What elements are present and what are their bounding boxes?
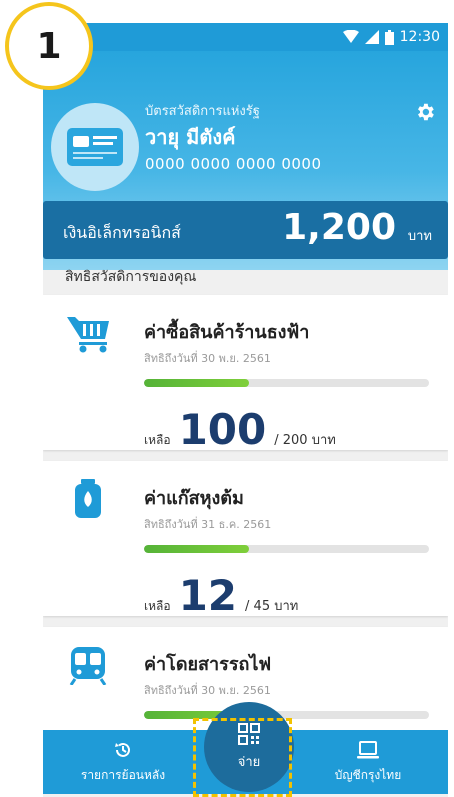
card-holder-name: วายุ มีตังค์ bbox=[145, 125, 236, 149]
benefit-progress-fill bbox=[144, 379, 250, 387]
gear-icon[interactable] bbox=[414, 101, 436, 123]
card-avatar bbox=[51, 103, 139, 191]
remain-label: เหลือ bbox=[144, 599, 171, 613]
benefit-progress-fill bbox=[144, 545, 250, 553]
train-icon bbox=[69, 647, 107, 685]
benefit-title: ค่าโดยสารรถไฟ bbox=[144, 654, 272, 675]
benefit-expiry: สิทธิถึงวันที่ 30 พ.ย. 2561 bbox=[144, 352, 271, 365]
card-header: บัตรสวัสดิการแห่งรัฐ วายุ มีตังค์ 0000 0… bbox=[43, 51, 448, 270]
status-bar: 12:30 bbox=[43, 23, 448, 51]
shopping-cart-icon bbox=[67, 317, 109, 353]
nav-ktb-account[interactable]: บัญชีกรุงไทย bbox=[288, 730, 448, 794]
remain-value: 100 bbox=[178, 405, 267, 454]
battery-icon bbox=[384, 29, 394, 45]
app-screen: 12:30 บัตรสวัสดิการแห่งรัฐ วายุ มีตังค์ … bbox=[43, 23, 448, 797]
section-title: สิทธิสวัสดิการของคุณ bbox=[65, 269, 197, 285]
benefit-card-gas[interactable]: ค่าแก๊สหุงต้ม สิทธิถึงวันที่ 31 ธ.ค. 256… bbox=[43, 461, 448, 617]
balance-label: เงินอิเล็กทรอนิกส์ bbox=[63, 223, 181, 242]
benefit-progress bbox=[144, 379, 429, 387]
benefit-expiry: สิทธิถึงวันที่ 31 ธ.ค. 2561 bbox=[144, 518, 272, 531]
remain-value: 12 bbox=[178, 571, 238, 620]
id-card-icon bbox=[67, 128, 123, 166]
remain-total: / 45 บาท bbox=[245, 599, 299, 614]
remain-label: เหลือ bbox=[144, 433, 171, 447]
benefit-card-grocery[interactable]: ค่าซื้อสินค้าร้านธงฟ้า สิทธิถึงวันที่ 30… bbox=[43, 295, 448, 451]
pay-highlight-box bbox=[193, 718, 292, 797]
balance-amount: 1,200 bbox=[282, 207, 396, 248]
nav-history-label: รายการย้อนหลัง bbox=[80, 767, 166, 782]
balance-unit: บาท bbox=[407, 229, 432, 244]
card-type-label: บัตรสวัสดิการแห่งรัฐ bbox=[145, 104, 260, 119]
nav-history[interactable]: รายการย้อนหลัง bbox=[43, 730, 203, 794]
card-number: 0000 0000 0000 0000 bbox=[145, 155, 322, 173]
status-time: 12:30 bbox=[399, 29, 440, 45]
benefit-remaining: เหลือ 12 / 45 บาท bbox=[144, 575, 298, 617]
benefit-progress bbox=[144, 545, 429, 553]
laptop-icon bbox=[357, 740, 379, 758]
gas-cylinder-icon bbox=[75, 479, 101, 518]
e-money-balance: เงินอิเล็กทรอนิกส์ 1,200 บาท bbox=[43, 201, 448, 259]
benefit-title: ค่าแก๊สหุงต้ม bbox=[144, 488, 244, 509]
benefit-remaining: เหลือ 100 / 200 บาท bbox=[144, 409, 336, 451]
history-icon bbox=[115, 742, 130, 757]
benefit-expiry: สิทธิถึงวันที่ 30 พ.ย. 2561 bbox=[144, 684, 271, 697]
signal-icon bbox=[364, 30, 379, 44]
nav-account-label: บัญชีกรุงไทย bbox=[334, 767, 402, 782]
wifi-icon bbox=[342, 30, 359, 43]
benefit-title: ค่าซื้อสินค้าร้านธงฟ้า bbox=[144, 322, 310, 343]
remain-total: / 200 บาท bbox=[274, 433, 336, 448]
step-badge: 1 bbox=[5, 2, 93, 90]
